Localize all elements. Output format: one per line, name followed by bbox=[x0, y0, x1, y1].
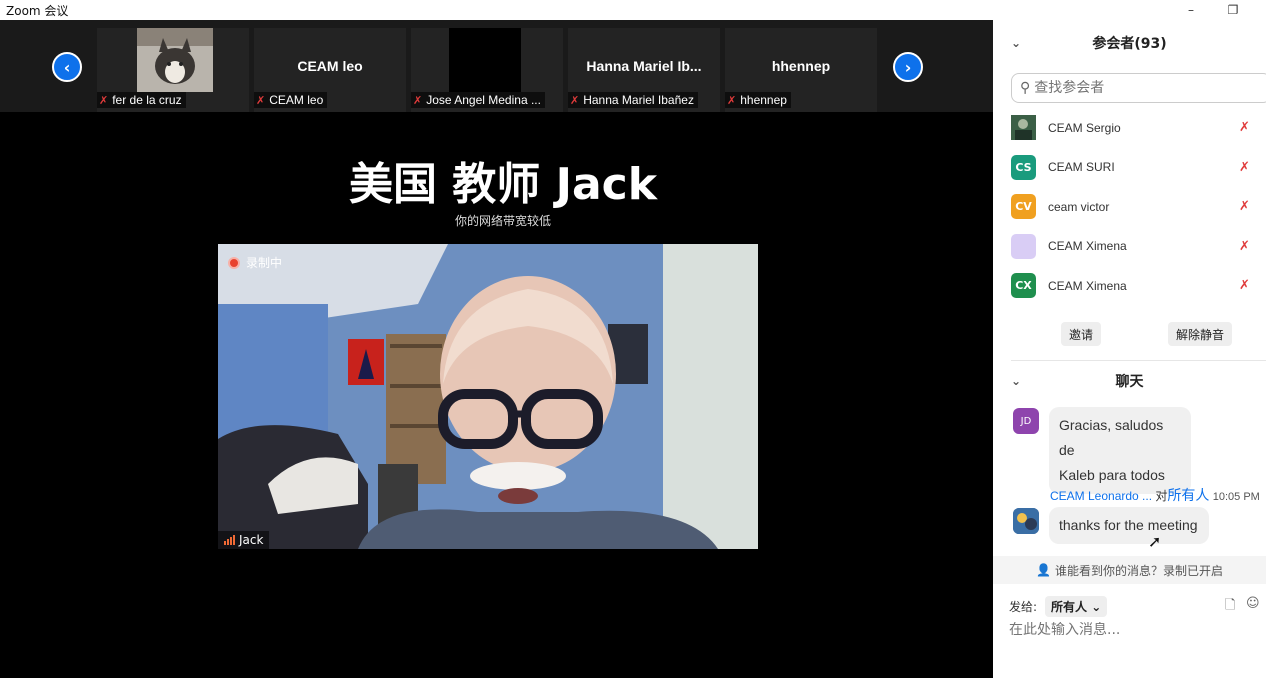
mic-off-icon: ✗ bbox=[99, 94, 109, 107]
mic-off-icon: ✗ bbox=[727, 94, 737, 107]
gallery-strip: ‹ ✗ fer de la cruz CEAM leo ✗ CEAM leo ✗ Jo… bbox=[0, 20, 993, 112]
notice-text: 谁能看到你的消息？录制已开启 bbox=[1054, 563, 1223, 578]
chat-message-input[interactable] bbox=[1009, 622, 1259, 638]
avatar: CV bbox=[1011, 194, 1036, 220]
participant-name: CEAM leo bbox=[269, 93, 324, 107]
message-text: thanks for the meeting bbox=[1059, 517, 1198, 533]
chevron-right-icon: › bbox=[904, 57, 912, 77]
participant-name: CEAM SURI bbox=[1048, 160, 1115, 175]
file-icon[interactable]: 🗋 bbox=[1225, 596, 1235, 618]
participant-row[interactable]: CEAM Sergio ✗ bbox=[993, 108, 1266, 148]
avatar: JD bbox=[1013, 408, 1039, 434]
search-icon: ⚲ bbox=[1020, 80, 1031, 96]
avatar-photo bbox=[1013, 508, 1039, 534]
participant-name: CEAM Sergio bbox=[1048, 120, 1121, 135]
participant-label: ✗ fer de la cruz bbox=[97, 92, 186, 108]
mic-off-icon[interactable]: ✗ bbox=[1239, 120, 1250, 135]
bandwidth-warning: 你的网络带宽较低 bbox=[454, 214, 551, 228]
minimize-button[interactable]: – bbox=[1176, 0, 1206, 20]
mic-off-icon: ✗ bbox=[256, 94, 266, 107]
participant-list: CEAM Sergio ✗ CS CEAM SURI ✗ CV ceam vic… bbox=[993, 108, 1266, 306]
video-area: ‹ ✗ fer de la cruz CEAM leo ✗ CEAM leo ✗ Jo… bbox=[0, 20, 993, 678]
participant-label: ✗ CEAM leo bbox=[254, 92, 328, 108]
participant-name: fer de la cruz bbox=[112, 93, 182, 107]
collapse-chevron-icon[interactable]: ⌄ bbox=[1011, 374, 1021, 388]
side-panel: ⌄ 参会者(93) ⚲ CEAM Sergio ✗ CS CEAM SURI ✗… bbox=[993, 20, 1266, 678]
send-to-label: 发给: bbox=[1009, 600, 1038, 614]
participant-name: hhennep bbox=[740, 93, 787, 107]
participant-name: Hanna Mariel Ibañez bbox=[583, 93, 694, 107]
recording-indicator: 录制中 bbox=[228, 254, 282, 271]
invite-button[interactable]: 邀请 bbox=[1061, 322, 1102, 346]
title-bar: Zoom 会议 – ❐ bbox=[0, 0, 1266, 20]
participant-thumbnail[interactable]: ✗ Jose Angel Medina ... bbox=[411, 28, 563, 112]
avatar-photo bbox=[1011, 115, 1036, 141]
message-recipient: 所有人 bbox=[1167, 487, 1210, 503]
participant-label: ✗ Hanna Mariel Ibañez bbox=[568, 92, 698, 108]
participant-thumbnail[interactable]: CEAM leo ✗ CEAM leo bbox=[254, 28, 406, 112]
send-to-row: 发给: 所有人 ⌄ bbox=[1009, 596, 1108, 617]
cat-photo bbox=[137, 28, 213, 92]
mic-off-icon: ✗ bbox=[570, 94, 580, 107]
chat-header[interactable]: ⌄ 聊天 bbox=[993, 366, 1266, 396]
record-icon bbox=[228, 256, 240, 269]
collapse-chevron-icon[interactable]: ⌄ bbox=[1011, 36, 1021, 50]
participant-row[interactable]: CS CEAM SURI ✗ bbox=[993, 148, 1266, 188]
speaker-video-frame bbox=[218, 244, 758, 549]
participant-name: CEAM Ximena bbox=[1048, 239, 1127, 254]
mic-off-icon: ✗ bbox=[413, 94, 423, 107]
avatar: CX bbox=[1011, 273, 1036, 299]
chat-message[interactable]: Gracias, saludos de Kaleb para todos bbox=[1049, 407, 1191, 494]
next-page-button[interactable]: › bbox=[893, 52, 923, 82]
chat-title: 聊天 bbox=[1115, 374, 1144, 390]
search-input[interactable] bbox=[1034, 80, 1235, 96]
avatar bbox=[1011, 233, 1036, 259]
send-to-select[interactable]: 所有人 ⌄ bbox=[1045, 596, 1108, 617]
participant-label: ✗ Jose Angel Medina ... bbox=[411, 92, 545, 108]
participant-label: ✗ hhennep bbox=[725, 92, 791, 108]
mic-off-icon[interactable]: ✗ bbox=[1239, 160, 1250, 175]
video-black bbox=[449, 28, 521, 92]
window-title: Zoom 会议 bbox=[6, 3, 69, 18]
mic-off-icon[interactable]: ✗ bbox=[1239, 239, 1250, 254]
speaker-name-tag: Jack bbox=[218, 531, 270, 549]
avatar bbox=[1011, 115, 1036, 141]
speaker-title: 美国 教师 Jack bbox=[348, 159, 658, 210]
divider bbox=[1011, 360, 1266, 361]
message-text: Gracias, saludos de bbox=[1059, 417, 1164, 458]
participant-name: ceam victor bbox=[1048, 199, 1110, 214]
active-speaker-video[interactable]: 录制中 Jack bbox=[218, 244, 758, 549]
participant-search[interactable]: ⚲ bbox=[1011, 73, 1266, 103]
message-to-prefix: 对 bbox=[1152, 489, 1168, 503]
speaker-name: Jack bbox=[239, 533, 264, 547]
avatar bbox=[1013, 508, 1039, 534]
message-meta: CEAM Leonardo ... 对所有人 10:05 PM bbox=[1050, 485, 1260, 505]
chat-message[interactable]: thanks for the meeting bbox=[1049, 507, 1209, 544]
participant-thumbnail[interactable]: hhennep ✗ hhennep bbox=[725, 28, 877, 112]
participant-thumbnail[interactable]: Hanna Mariel Ib... ✗ Hanna Mariel Ibañez bbox=[568, 28, 720, 112]
mic-off-icon[interactable]: ✗ bbox=[1239, 199, 1250, 214]
restore-button[interactable]: ❐ bbox=[1218, 0, 1248, 20]
person-info-icon: 👤 bbox=[1036, 563, 1051, 577]
participant-name: CEAM Ximena bbox=[1048, 278, 1127, 293]
mouse-cursor-icon: ➚ bbox=[1148, 532, 1162, 551]
mic-off-icon[interactable]: ✗ bbox=[1239, 278, 1250, 293]
message-time: 10:05 PM bbox=[1212, 491, 1260, 503]
unmute-button[interactable]: 解除静音 bbox=[1168, 322, 1233, 346]
message-sender[interactable]: CEAM Leonardo ... bbox=[1050, 489, 1152, 503]
participants-header[interactable]: ⌄ 参会者(93) bbox=[993, 28, 1266, 58]
recording-label: 录制中 bbox=[246, 256, 283, 270]
prev-page-button[interactable]: ‹ bbox=[52, 52, 82, 82]
avatar: CS bbox=[1011, 154, 1036, 180]
participant-row[interactable]: CX CEAM Ximena ✗ bbox=[993, 266, 1266, 306]
participant-thumbnail[interactable]: ✗ fer de la cruz bbox=[97, 28, 249, 112]
participant-name: Jose Angel Medina ... bbox=[426, 93, 541, 107]
participant-row[interactable]: CEAM Ximena ✗ bbox=[993, 227, 1266, 267]
participants-title: 参会者(93) bbox=[1092, 36, 1167, 52]
emoji-icon[interactable]: ☺ bbox=[1246, 596, 1260, 611]
signal-bars-icon bbox=[224, 535, 235, 545]
chat-visibility-notice[interactable]: 👤 谁能看到你的消息？录制已开启 bbox=[993, 556, 1266, 584]
chevron-left-icon: ‹ bbox=[63, 57, 71, 77]
participant-row[interactable]: CV ceam victor ✗ bbox=[993, 187, 1266, 227]
